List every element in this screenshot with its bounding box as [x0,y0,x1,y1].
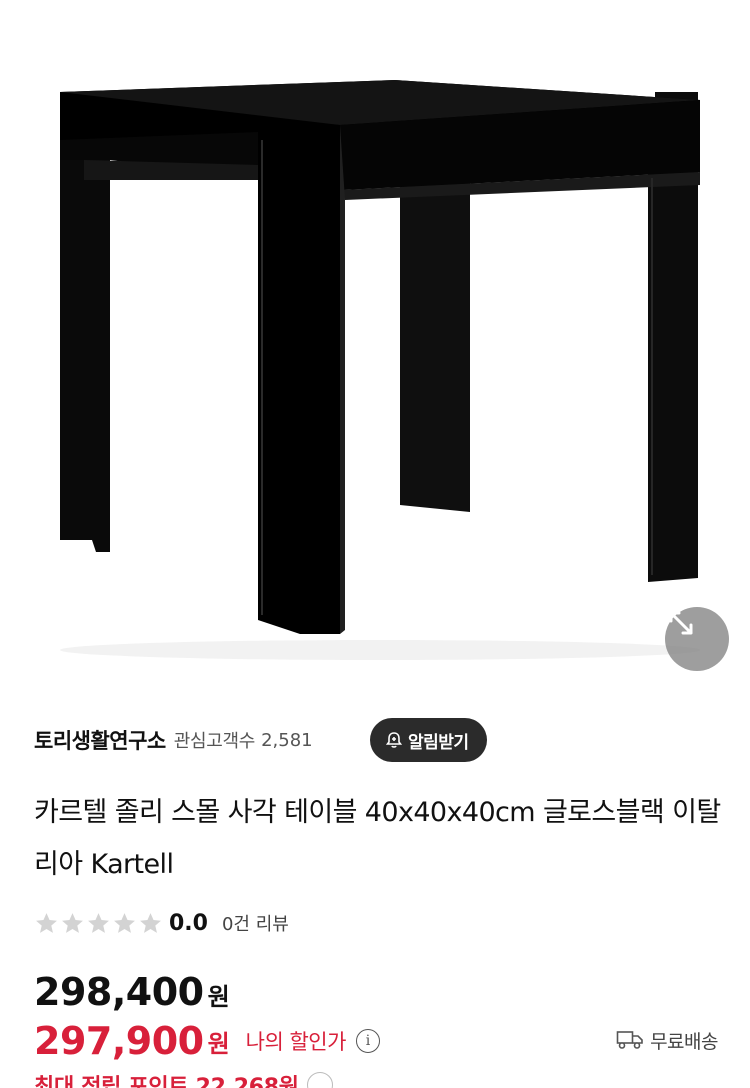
subscribe-alert-label: 알림받기 [408,732,469,753]
original-price-unit: 원 [207,983,230,1011]
bell-plus-icon [385,732,403,748]
star-icon [36,912,57,933]
truck-icon [616,1031,643,1049]
seller-name[interactable]: 토리생활연구소 [34,725,166,755]
sale-price-value: 297,900 [34,1019,204,1063]
my-discount-label: 나의 할인가 [245,1030,347,1054]
shipping-info: 무료배송 [616,1024,718,1056]
star-icon [140,912,161,933]
product-image[interactable] [0,0,750,690]
chevron-down-icon[interactable] [306,1072,333,1088]
expand-icon [669,611,693,635]
sale-price-unit: 원 [207,1029,230,1058]
review-count: 0건 리뷰 [221,914,289,935]
original-price-value: 298,400 [34,970,204,1014]
star-icon [88,912,109,933]
favorite-customers-count: 2,581 [261,729,313,751]
favorite-customers-label: 관심고객수 [173,731,256,752]
expand-image-button[interactable] [665,607,729,671]
max-points-row[interactable]: 최대 적립 포인트 22,268원 [34,1070,333,1088]
star-icon [62,912,83,933]
star-icon [114,912,135,933]
table-photo [60,80,700,660]
subscribe-alert-button[interactable]: 알림받기 [370,718,487,762]
rating-stars [34,911,163,936]
free-shipping-label: 무료배송 [650,1030,718,1053]
info-icon[interactable]: i [355,1029,380,1053]
rating-score: 0.0 [169,910,208,936]
product-title: 카르텔 졸리 스몰 사각 테이블 40x40x40cm 글로스블랙 이탈리아 K… [34,797,721,880]
seller-row: 토리생활연구소 관심고객수 2,581 알림받기 [34,718,716,762]
original-price: 298,400 원 [34,970,230,1020]
rating-row[interactable]: 0.0 0건 리뷰 [34,905,289,941]
max-points-label: 최대 적립 포인트 22,268원 [34,1075,299,1088]
sale-price: 297,900 원 나의 할인가 i [34,1016,380,1066]
